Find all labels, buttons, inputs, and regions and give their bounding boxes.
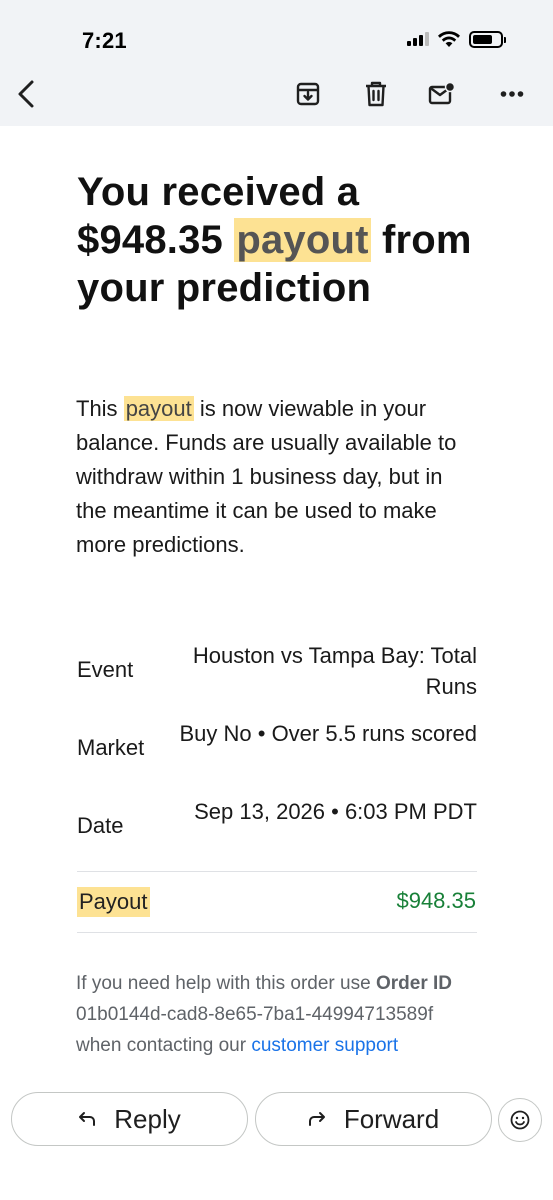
order-id-label: Order ID	[375, 973, 452, 994]
detail-row-date: Date Sep 13, 2026 • 6:03 PM PDT	[77, 796, 477, 860]
detail-value: Houston vs Tampa Bay: Total Runs	[192, 643, 477, 699]
divider	[77, 871, 477, 872]
mark-unread-button[interactable]	[424, 76, 460, 112]
intro-text: This	[76, 396, 124, 421]
reply-bar: Reply Forward	[0, 1086, 553, 1200]
reply-button[interactable]: Reply	[11, 1092, 248, 1146]
back-button[interactable]	[8, 76, 44, 112]
help-text: If you need help with this order use Ord…	[76, 968, 480, 1061]
detail-value: Buy No • Over 5.5 runs scored	[179, 721, 478, 746]
reply-label: Reply	[114, 1103, 181, 1134]
cellular-signal-icon	[407, 32, 429, 46]
help-text-start: If you need help with this order use	[76, 973, 376, 994]
trash-icon	[366, 81, 386, 107]
status-bar: 7:21	[0, 0, 553, 62]
intro-paragraph: This payout is now viewable in your bala…	[76, 392, 476, 562]
mark-unread-icon	[428, 82, 456, 105]
wifi-icon	[438, 31, 460, 47]
emoji-reaction-icon	[510, 1110, 530, 1130]
detail-label: Event	[77, 657, 134, 682]
forward-button[interactable]: Forward	[255, 1092, 492, 1146]
chevron-left-icon	[18, 80, 34, 108]
status-time: 7:21	[82, 28, 127, 53]
forward-label: Forward	[343, 1103, 440, 1134]
detail-label: Date	[77, 813, 124, 838]
customer-support-link[interactable]: customer support	[251, 1035, 398, 1056]
status-icons	[407, 30, 506, 48]
reply-icon	[79, 1112, 96, 1126]
delete-button[interactable]	[358, 76, 394, 112]
detail-value: Sep 13, 2026 • 6:03 PM PDT	[194, 799, 477, 824]
email-title: You received a $948.35 payout from your …	[77, 168, 497, 312]
forward-icon	[308, 1112, 325, 1126]
payout-amount: $948.35	[396, 888, 476, 913]
email-toolbar	[0, 62, 553, 126]
payout-label: Payout	[77, 887, 150, 917]
more-options-button[interactable]	[494, 76, 530, 112]
detail-row-event: Event Houston vs Tampa Bay: Total Runs	[77, 640, 477, 704]
intro-highlight: payout	[123, 396, 194, 421]
archive-icon	[296, 82, 320, 106]
detail-row-market: Market Buy No • Over 5.5 runs scored	[77, 718, 477, 782]
emoji-reaction-button[interactable]	[498, 1098, 542, 1142]
title-highlight: payout	[234, 218, 371, 262]
detail-label: Market	[77, 735, 145, 760]
more-horizontal-icon	[500, 91, 524, 97]
email-body[interactable]: You received a $948.35 payout from your …	[0, 126, 553, 1086]
archive-button[interactable]	[290, 76, 326, 112]
battery-icon	[469, 30, 506, 48]
divider	[77, 932, 477, 933]
